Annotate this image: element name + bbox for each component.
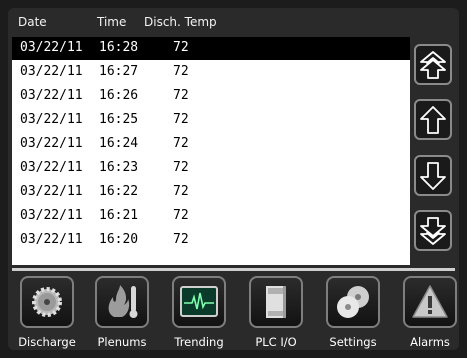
gear-icon bbox=[20, 276, 74, 328]
row-time: 16:22 bbox=[99, 184, 139, 199]
row-date: 03/22/11 bbox=[20, 88, 83, 103]
settings-discs-icon bbox=[326, 276, 380, 328]
list-item[interactable]: 03/22/11 16:23 72 bbox=[12, 157, 410, 180]
row-time: 16:27 bbox=[99, 64, 139, 79]
history-list[interactable]: 03/22/11 16:28 72 03/22/11 16:27 72 03/2… bbox=[12, 37, 410, 265]
row-date: 03/22/11 bbox=[20, 232, 83, 247]
header-disch-temp: Disch. Temp bbox=[144, 15, 217, 29]
row-date: 03/22/11 bbox=[20, 208, 83, 223]
header-date: Date bbox=[18, 15, 47, 29]
nav-alarms-label: Alarms bbox=[410, 335, 450, 349]
list-item[interactable]: 03/22/11 16:28 72 bbox=[12, 37, 410, 60]
plc-module-icon bbox=[249, 276, 303, 328]
row-date: 03/22/11 bbox=[20, 112, 83, 127]
nav-settings-label: Settings bbox=[329, 335, 377, 349]
row-time: 16:20 bbox=[99, 232, 139, 247]
nav-trending-label: Trending bbox=[174, 335, 224, 349]
waveform-monitor-icon bbox=[172, 276, 226, 328]
list-item[interactable]: 03/22/11 16:20 72 bbox=[12, 229, 410, 252]
row-temp: 72 bbox=[173, 184, 189, 199]
header-time: Time bbox=[97, 15, 127, 29]
page-up-icon bbox=[420, 50, 446, 79]
row-time: 16:24 bbox=[99, 136, 139, 151]
nav-settings[interactable]: Settings bbox=[318, 273, 388, 353]
nav-divider bbox=[12, 268, 455, 271]
row-temp: 72 bbox=[173, 160, 189, 175]
list-item[interactable]: 03/22/11 16:21 72 bbox=[12, 205, 410, 228]
scroll-up-button[interactable] bbox=[414, 99, 452, 140]
row-temp: 72 bbox=[173, 40, 189, 55]
list-item[interactable]: 03/22/11 16:24 72 bbox=[12, 133, 410, 156]
page-up-button[interactable] bbox=[414, 44, 452, 85]
nav-plenums[interactable]: Plenums bbox=[87, 273, 157, 353]
row-temp: 72 bbox=[173, 88, 189, 103]
row-temp: 72 bbox=[173, 232, 189, 247]
arrow-down-icon bbox=[420, 161, 446, 190]
warning-icon bbox=[403, 276, 457, 328]
row-temp: 72 bbox=[173, 64, 189, 79]
list-item[interactable]: 03/22/11 16:27 72 bbox=[12, 61, 410, 84]
hmi-frame: Date Time Disch. Temp 03/22/11 16:28 72 … bbox=[0, 0, 467, 358]
row-date: 03/22/11 bbox=[20, 184, 83, 199]
row-date: 03/22/11 bbox=[20, 64, 83, 79]
row-time: 16:21 bbox=[99, 208, 139, 223]
nav-discharge[interactable]: Discharge bbox=[12, 273, 82, 353]
scroll-down-button[interactable] bbox=[414, 155, 452, 196]
arrow-up-icon bbox=[420, 105, 446, 134]
nav-alarms[interactable]: Alarms bbox=[395, 273, 465, 353]
page-down-button[interactable] bbox=[414, 210, 452, 251]
nav-trending[interactable]: Trending bbox=[164, 273, 234, 353]
list-item[interactable]: 03/22/11 16:22 72 bbox=[12, 181, 410, 204]
row-time: 16:25 bbox=[99, 112, 139, 127]
row-temp: 72 bbox=[173, 136, 189, 151]
page-down-icon bbox=[420, 216, 446, 245]
nav-plc-io-label: PLC I/O bbox=[255, 335, 297, 349]
list-item[interactable]: 03/22/11 16:26 72 bbox=[12, 85, 410, 108]
row-time: 16:26 bbox=[99, 88, 139, 103]
row-time: 16:28 bbox=[99, 40, 139, 55]
row-temp: 72 bbox=[173, 208, 189, 223]
list-header: Date Time Disch. Temp bbox=[12, 12, 412, 34]
bottom-nav: Discharge Plenums Trending PLC I/O Setti… bbox=[12, 273, 457, 353]
row-date: 03/22/11 bbox=[20, 40, 83, 55]
nav-plc-io[interactable]: PLC I/O bbox=[241, 273, 311, 353]
row-date: 03/22/11 bbox=[20, 160, 83, 175]
list-item[interactable]: 03/22/11 16:25 72 bbox=[12, 109, 410, 132]
row-time: 16:23 bbox=[99, 160, 139, 175]
flame-thermometer-icon bbox=[95, 276, 149, 328]
nav-discharge-label: Discharge bbox=[18, 335, 76, 349]
nav-plenums-label: Plenums bbox=[97, 335, 147, 349]
row-date: 03/22/11 bbox=[20, 136, 83, 151]
row-temp: 72 bbox=[173, 112, 189, 127]
